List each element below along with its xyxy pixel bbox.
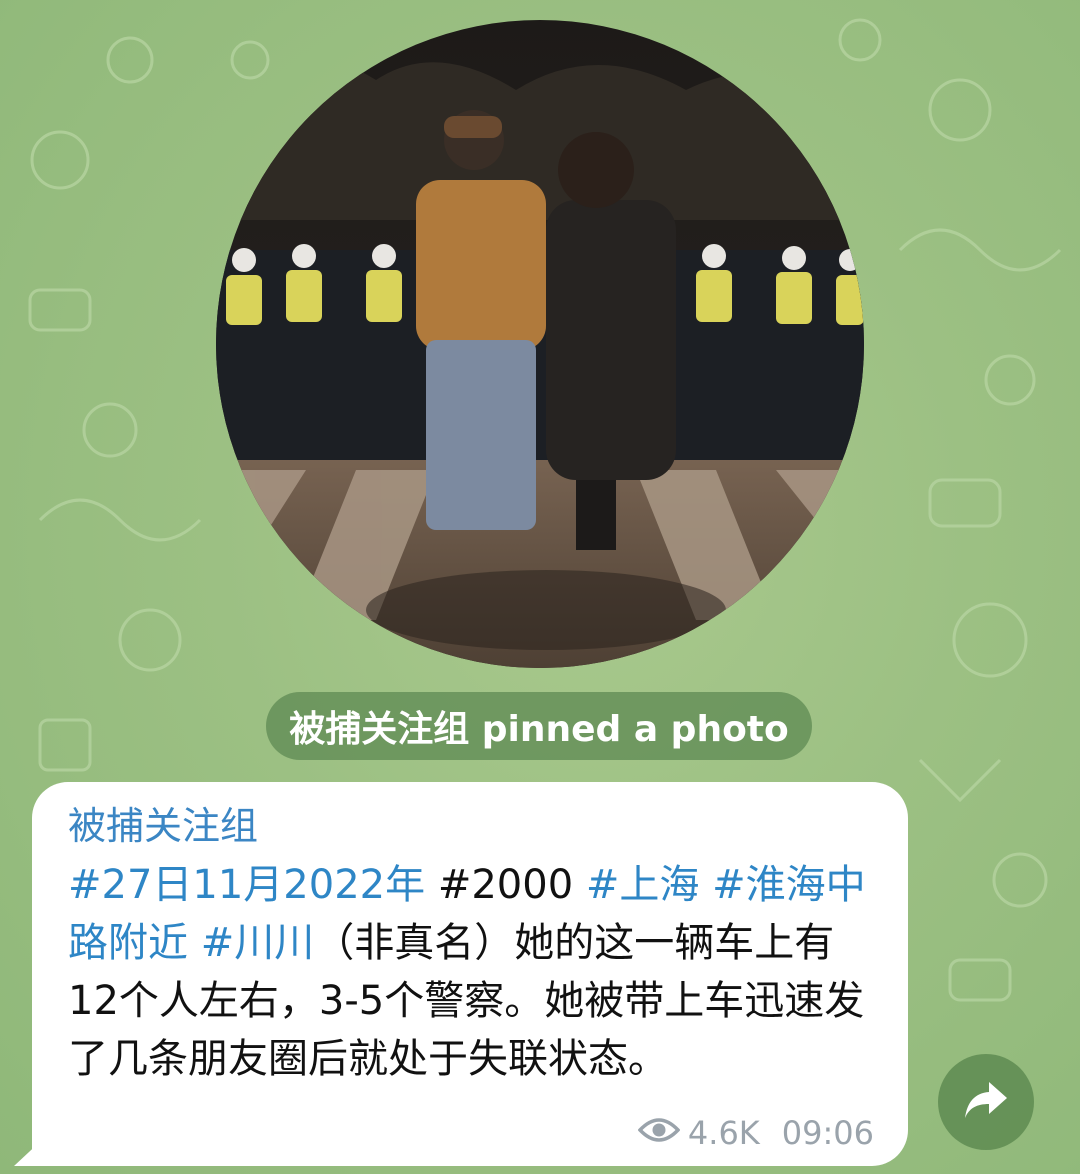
hashtag-shanghai[interactable]: #上海 [586, 862, 700, 908]
share-button[interactable] [938, 1054, 1034, 1150]
message-time: 09:06 [781, 1114, 874, 1152]
hashtag-chuanchuan[interactable]: #川川 [201, 920, 315, 966]
message-text: #27日11月2022年 #2000 #上海 #淮海中路附近 #川川（非真名）她… [68, 856, 878, 1088]
message-meta: 4.6K 09:06 [637, 1114, 874, 1152]
view-count: 4.6K [687, 1114, 760, 1152]
pinned-photo[interactable] [216, 20, 864, 668]
message-bubble[interactable]: 被捕关注组 #27日11月2022年 #2000 #上海 #淮海中路附近 #川川… [32, 782, 908, 1166]
pinned-photo-image [216, 20, 864, 668]
share-arrow-icon [963, 1080, 1009, 1124]
hashtag-date[interactable]: #27日11月2022年 [68, 862, 425, 908]
message-sender[interactable]: 被捕关注组 [68, 800, 878, 852]
pinned-service-text: 被捕关注组 pinned a photo [289, 709, 789, 750]
hashtag-2000: #2000 [425, 862, 586, 908]
eye-icon [637, 1114, 681, 1152]
pinned-service-message[interactable]: 被捕关注组 pinned a photo [266, 692, 812, 760]
